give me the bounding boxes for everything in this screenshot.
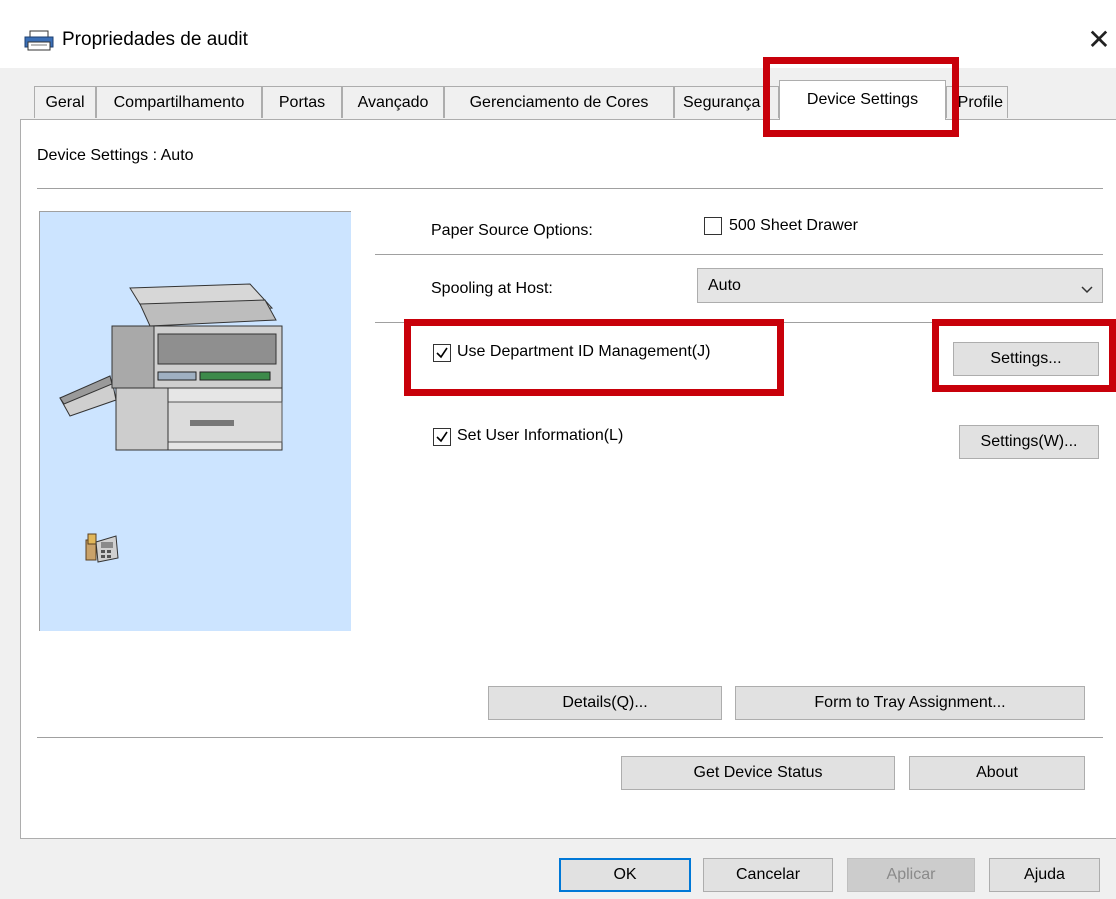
dept-settings-button[interactable]: Settings...	[953, 342, 1099, 376]
user-settings-button[interactable]: Settings(W)...	[959, 425, 1099, 459]
spooling-label: Spooling at Host:	[431, 280, 553, 297]
device-settings-panel: Device Settings : Auto Paper Source Opti…	[20, 119, 1116, 839]
window-title: Propriedades de audit	[62, 29, 248, 50]
finance-phone-icon	[84, 530, 120, 569]
tab-device-settings[interactable]: Device Settings	[779, 80, 946, 120]
divider	[37, 188, 1103, 189]
title-bar: Propriedades de audit ✕	[0, 0, 1116, 68]
tab-profile[interactable]: Profile	[946, 86, 1008, 118]
spooling-select-value: Auto	[708, 277, 741, 294]
cancel-button[interactable]: Cancelar	[703, 858, 833, 892]
printer-properties-dialog: Propriedades de audit ✕ Geral Compartilh…	[0, 0, 1116, 899]
divider	[375, 254, 1103, 255]
divider	[37, 737, 1103, 738]
form-to-tray-button[interactable]: Form to Tray Assignment...	[735, 686, 1085, 720]
user-info-checkbox[interactable]	[433, 428, 451, 446]
drawer-checkbox-label: 500 Sheet Drawer	[729, 217, 858, 234]
help-button[interactable]: Ajuda	[989, 858, 1100, 892]
tab-compartilhamento[interactable]: Compartilhamento	[96, 86, 262, 118]
divider	[375, 322, 1103, 323]
close-icon: ✕	[1087, 24, 1111, 55]
copier-image	[50, 268, 290, 463]
about-button[interactable]: About	[909, 756, 1085, 790]
details-button[interactable]: Details(Q)...	[488, 686, 722, 720]
printer-image-pane	[39, 211, 351, 631]
apply-button[interactable]: Aplicar	[847, 858, 975, 892]
tab-avancado[interactable]: Avançado	[342, 86, 444, 118]
dept-id-checkbox-label: Use Department ID Management(J)	[457, 343, 711, 360]
tab-gerenciamento-de-cores[interactable]: Gerenciamento de Cores	[444, 86, 674, 118]
ok-button[interactable]: OK	[559, 858, 691, 892]
tab-geral[interactable]: Geral	[34, 86, 96, 118]
paper-source-label: Paper Source Options:	[431, 222, 593, 239]
tab-seguranca[interactable]: Segurança	[674, 86, 779, 118]
tab-portas[interactable]: Portas	[262, 86, 342, 118]
printer-icon	[24, 30, 54, 52]
user-info-checkbox-label: Set User Information(L)	[457, 427, 624, 444]
tab-strip: Geral Compartilhamento Portas Avançado G…	[24, 80, 1104, 120]
drawer-checkbox[interactable]	[704, 217, 722, 235]
close-button[interactable]: ✕	[1082, 22, 1116, 58]
panel-heading: Device Settings : Auto	[37, 147, 194, 164]
spooling-select[interactable]: Auto	[697, 268, 1103, 303]
get-device-status-button[interactable]: Get Device Status	[621, 756, 895, 790]
dept-id-checkbox[interactable]	[433, 344, 451, 362]
chevron-down-icon	[1080, 279, 1094, 299]
